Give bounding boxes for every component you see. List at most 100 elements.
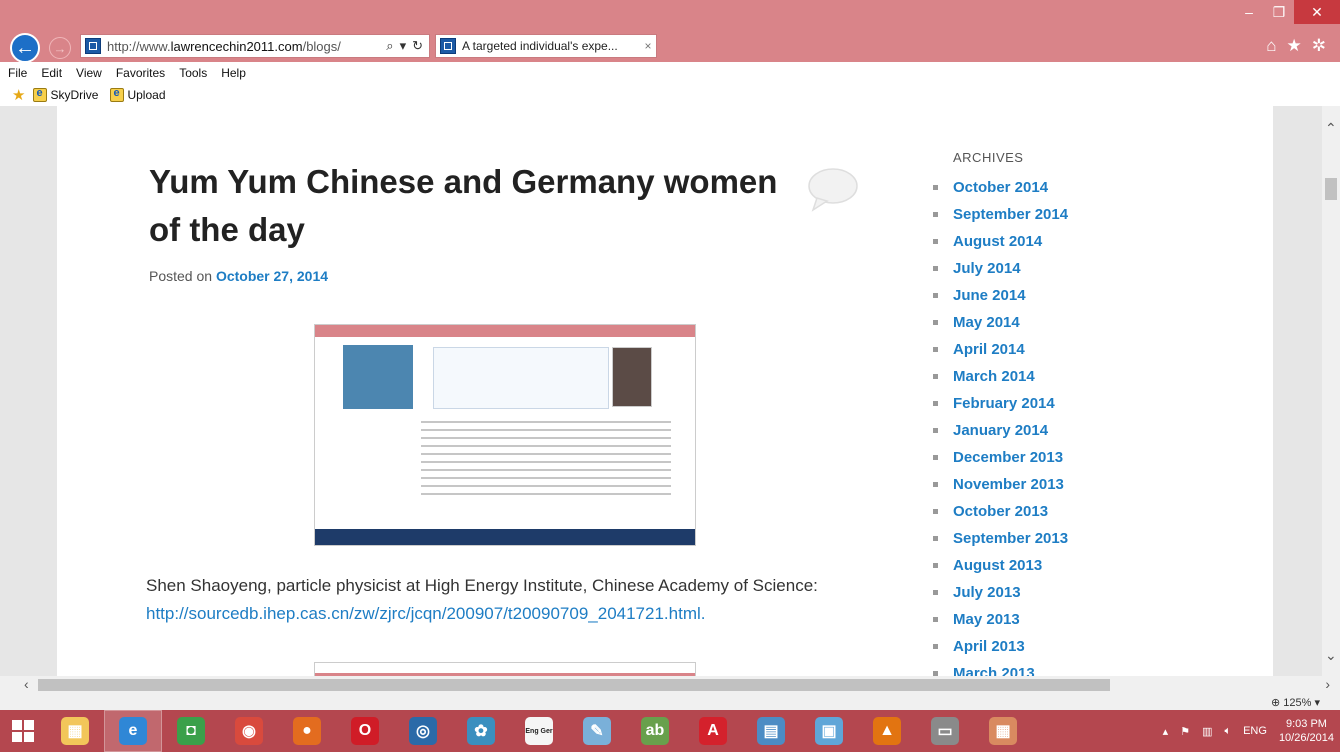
favorites-bar: ★ SkyDrive Upload — [0, 84, 1340, 106]
forward-button[interactable]: → — [49, 37, 71, 59]
tab-active[interactable]: A targeted individual's expe... × — [435, 34, 657, 58]
vertical-scroll-thumb[interactable] — [1325, 178, 1337, 200]
archive-link[interactable]: July 2013 — [933, 579, 1068, 606]
archive-link[interactable]: December 2013 — [933, 444, 1068, 471]
address-bar[interactable]: http://www.lawrencechin2011.com/blogs/ ⌕… — [80, 34, 430, 58]
archive-link[interactable]: October 2014 — [933, 174, 1068, 201]
window-controls: – ❐ ✕ — [1234, 0, 1340, 24]
archive-link[interactable]: June 2014 — [933, 282, 1068, 309]
paint-app-icon: ✎ — [583, 717, 611, 745]
taskbar-app-chrome[interactable]: ◉ — [220, 710, 278, 752]
archive-link[interactable]: April 2014 — [933, 336, 1068, 363]
start-button[interactable] — [0, 710, 46, 752]
taskbar-app-store[interactable]: ◘ — [162, 710, 220, 752]
archive-link[interactable]: August 2013 — [933, 552, 1068, 579]
thumb-taskbar — [315, 529, 695, 545]
post-body-text: Shen Shaoyeng, particle physicist at Hig… — [146, 576, 818, 595]
search-icon[interactable]: ⌕ — [386, 38, 393, 54]
language-indicator[interactable]: ENG — [1243, 725, 1267, 737]
forward-arrow-icon: → — [53, 40, 67, 56]
zoom-control[interactable]: ⊕ 125% ▾ — [1271, 696, 1320, 709]
archive-link[interactable]: May 2013 — [933, 606, 1068, 633]
favorite-label: Upload — [127, 88, 166, 102]
tray-chevron-icon[interactable]: ▴ — [1163, 725, 1169, 738]
comment-bubble-icon[interactable] — [807, 168, 859, 212]
taskbar-app-firefox[interactable]: ● — [278, 710, 336, 752]
taskbar-app-grid-app[interactable]: ▦ — [974, 710, 1032, 752]
new-tab-area[interactable] — [657, 34, 659, 58]
favorite-upload[interactable]: Upload — [110, 87, 166, 102]
dictionary-app-icon: Eng Ger — [525, 717, 553, 745]
close-button[interactable]: ✕ — [1294, 0, 1340, 24]
browser-tools: ⌂ ★ ✲ — [1266, 36, 1326, 56]
vertical-scrollbar[interactable]: ⌃ ⌄ — [1322, 106, 1340, 678]
horizontal-scrollbar[interactable]: ‹ › — [0, 676, 1340, 694]
favorites-star-icon[interactable]: ★ — [1287, 36, 1302, 56]
archive-link[interactable]: March 2014 — [933, 363, 1068, 390]
flag-icon[interactable]: ⚑ — [1180, 725, 1190, 738]
post-source-link[interactable]: http://sourcedb.ihep.cas.cn/zw/zjrc/jcqn… — [146, 604, 705, 623]
archive-link[interactable]: November 2013 — [933, 471, 1068, 498]
taskbar-app-file-explorer[interactable]: ▦ — [46, 710, 104, 752]
archive-link[interactable]: May 2014 — [933, 309, 1068, 336]
taskbar-app-picture-viewer[interactable]: ▭ — [916, 710, 974, 752]
menu-bar: File Edit View Favorites Tools Help — [0, 62, 1340, 84]
archive-link[interactable]: September 2014 — [933, 201, 1068, 228]
address-tools: ⌕ ▾ ↻ — [386, 38, 429, 54]
archive-link[interactable]: September 2013 — [933, 525, 1068, 552]
clock[interactable]: 9:03 PM 10/26/2014 — [1279, 717, 1334, 745]
archive-link[interactable]: February 2014 — [933, 390, 1068, 417]
menu-file[interactable]: File — [8, 66, 27, 80]
taskbar-app-network-app[interactable]: ✿ — [452, 710, 510, 752]
network-icon[interactable]: ▥ — [1202, 725, 1212, 738]
menu-view[interactable]: View — [76, 66, 102, 80]
refresh-icon[interactable]: ↻ — [412, 38, 423, 54]
favorite-skydrive[interactable]: SkyDrive — [33, 87, 98, 102]
taskbar-apps: ▦ e ◘ ◉ ● O ◎ ✿ Eng Ger ✎ ab A ▤ ▣ ▲ ▭ ▦ — [46, 710, 1032, 752]
taskbar-app-paint-app[interactable]: ✎ — [568, 710, 626, 752]
taskbar-app-photos-app[interactable]: ▤ — [742, 710, 800, 752]
taskbar-app-vlc[interactable]: ▲ — [858, 710, 916, 752]
thumb-titlebar — [315, 325, 695, 337]
posted-prefix: Posted on — [149, 268, 213, 284]
archive-link[interactable]: October 2013 — [933, 498, 1068, 525]
scroll-right-icon[interactable]: › — [1325, 676, 1330, 692]
menu-tools[interactable]: Tools — [179, 66, 207, 80]
status-bar: ⊕ 125% ▾ — [0, 694, 1340, 710]
taskbar-app-media-app[interactable]: ◎ — [394, 710, 452, 752]
clock-date: 10/26/2014 — [1278, 732, 1334, 744]
archive-link[interactable]: January 2014 — [933, 417, 1068, 444]
archive-link[interactable]: April 2013 — [933, 633, 1068, 660]
post-screenshot-image[interactable] — [314, 324, 696, 546]
scroll-left-icon[interactable]: ‹ — [24, 676, 29, 692]
restore-button[interactable]: ❐ — [1264, 0, 1294, 24]
taskbar-app-acrobat[interactable]: A — [684, 710, 742, 752]
taskbar-app-language-app[interactable]: ab — [626, 710, 684, 752]
tab-close-icon[interactable]: × — [640, 39, 656, 53]
home-icon[interactable]: ⌂ — [1266, 36, 1276, 56]
menu-edit[interactable]: Edit — [41, 66, 62, 80]
add-favorites-icon[interactable]: ★ — [12, 86, 25, 104]
back-button[interactable]: ← — [10, 33, 40, 63]
archives-list: October 2014 September 2014 August 2014 … — [933, 174, 1068, 687]
scroll-down-icon[interactable]: ⌄ — [1325, 647, 1337, 664]
taskbar-app-opera[interactable]: O — [336, 710, 394, 752]
archive-link[interactable]: August 2014 — [933, 228, 1068, 255]
taskbar-app-box-app[interactable]: ▣ — [800, 710, 858, 752]
url-text[interactable]: http://www.lawrencechin2011.com/blogs/ — [107, 39, 386, 54]
dropdown-arrow-icon[interactable]: ▾ — [400, 38, 407, 54]
volume-icon[interactable]: 🔈︎ — [1224, 725, 1231, 738]
post-title[interactable]: Yum Yum Chinese and Germany women of the… — [149, 158, 789, 254]
horizontal-scroll-thumb[interactable] — [38, 679, 1110, 691]
taskbar-app-dictionary-app[interactable]: Eng Ger — [510, 710, 568, 752]
scroll-up-icon[interactable]: ⌃ — [1325, 120, 1337, 137]
menu-favorites[interactable]: Favorites — [116, 66, 165, 80]
gear-icon[interactable]: ✲ — [1312, 36, 1326, 56]
menu-help[interactable]: Help — [221, 66, 246, 80]
minimize-button[interactable]: – — [1234, 0, 1264, 24]
network-app-icon: ✿ — [467, 717, 495, 745]
taskbar-app-internet-explorer[interactable]: e — [104, 710, 162, 752]
archives-heading: ARCHIVES — [953, 150, 1024, 165]
archive-link[interactable]: July 2014 — [933, 255, 1068, 282]
post-date-link[interactable]: October 27, 2014 — [216, 268, 328, 284]
